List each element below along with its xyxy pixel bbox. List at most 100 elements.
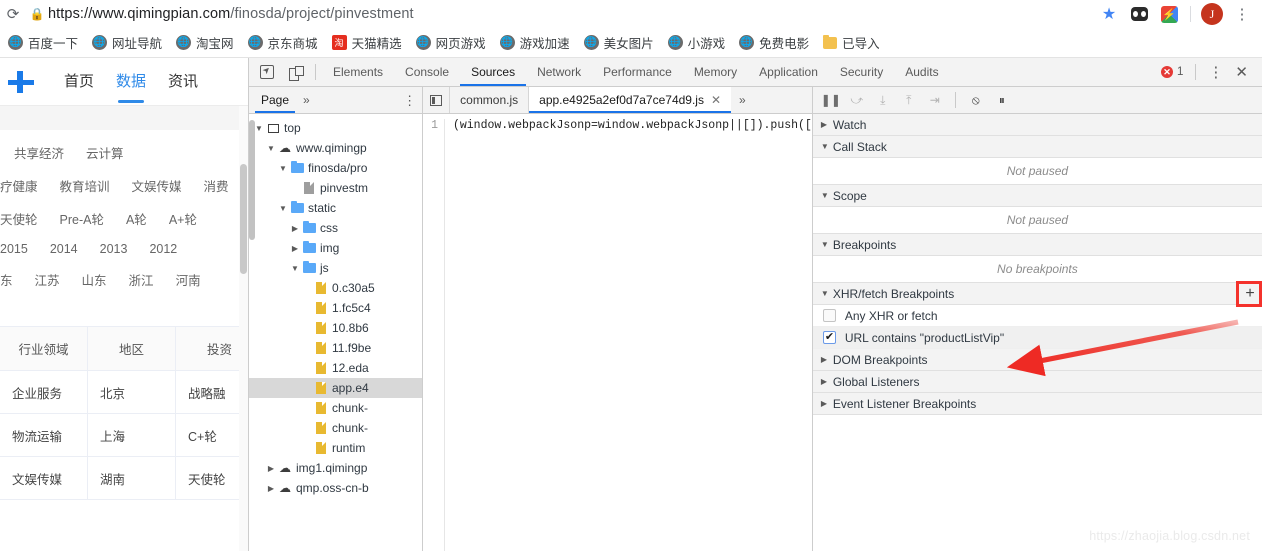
twisty-icon[interactable]: ▶: [265, 484, 277, 493]
inspect-element-icon[interactable]: [253, 58, 281, 86]
filter-chip[interactable]: 云计算: [86, 143, 124, 162]
twisty-icon[interactable]: ▼: [821, 142, 833, 151]
site-nav-item-0[interactable]: 首页: [64, 70, 94, 94]
tree-node[interactable]: pinvestm: [249, 178, 422, 198]
tree-node[interactable]: ▶ css: [249, 218, 422, 238]
tree-node[interactable]: ▼ finosda/pro: [249, 158, 422, 178]
twisty-icon[interactable]: ▼: [821, 240, 833, 249]
tree-node[interactable]: ▶ ☁ img1.qimingp: [249, 458, 422, 478]
xhr-breakpoint-row[interactable]: URL contains "productListVip": [812, 327, 1262, 349]
devtools-tab-memory[interactable]: Memory: [683, 58, 748, 86]
devtools-tab-application[interactable]: Application: [748, 58, 829, 86]
editor-more-tabs-icon[interactable]: »: [731, 93, 754, 107]
breakpoint-checkbox[interactable]: [822, 309, 836, 322]
section-global-listeners[interactable]: ▶ Global Listeners: [812, 371, 1262, 393]
devtools-tab-performance[interactable]: Performance: [592, 58, 683, 86]
devtools-tab-elements[interactable]: Elements: [322, 58, 394, 86]
avatar[interactable]: J: [1198, 1, 1226, 27]
tree-node[interactable]: 12.eda: [249, 358, 422, 378]
bookmark-item[interactable]: 🌐 京东商城: [247, 33, 318, 52]
twisty-icon[interactable]: ▶: [821, 377, 833, 386]
bookmark-item[interactable]: 🌐 小游戏: [667, 33, 725, 52]
twisty-icon[interactable]: ▼: [265, 144, 277, 153]
navigator-menu-icon[interactable]: ⋮: [403, 94, 416, 107]
table-row[interactable]: 文娱传媒 湖南 天使轮: [0, 457, 248, 500]
tree-node[interactable]: ▶ ☁ qmp.oss-cn-b: [249, 478, 422, 498]
filter-chip[interactable]: 江苏: [35, 270, 60, 289]
bookmark-item[interactable]: 🌐 游戏加速: [499, 33, 570, 52]
devtools-tab-audits[interactable]: Audits: [894, 58, 949, 86]
reload-icon[interactable]: ⟳: [0, 5, 26, 23]
file-tree[interactable]: ▼ top ▼ ☁ www.qimingp ▼ finosda/pro pinvestm ▼ st…: [249, 114, 423, 551]
breakpoint-checkbox[interactable]: [822, 330, 836, 344]
page-scrollbar[interactable]: [239, 106, 248, 551]
tree-node[interactable]: runtim: [249, 438, 422, 458]
bookmark-item[interactable]: 🌐 百度一下: [8, 33, 78, 52]
twisty-icon[interactable]: ▶: [821, 120, 833, 129]
step-over-icon[interactable]: ⤻: [845, 89, 869, 111]
filter-chip[interactable]: 河南: [176, 270, 201, 289]
tree-node[interactable]: ▼ ☁ www.qimingp: [249, 138, 422, 158]
tree-node[interactable]: 0.c30a5: [249, 278, 422, 298]
twisty-icon[interactable]: ▶: [289, 244, 301, 253]
filter-chip[interactable]: 消费: [204, 176, 229, 195]
more-tabs-icon[interactable]: »: [295, 93, 318, 107]
twisty-icon[interactable]: ▼: [289, 264, 301, 273]
step-out-icon[interactable]: ⤒: [897, 89, 921, 111]
tree-node[interactable]: ▼ top: [249, 118, 422, 138]
filter-chip[interactable]: 共享经济: [14, 143, 64, 162]
twisty-icon[interactable]: ▼: [821, 191, 833, 200]
bookmark-item[interactable]: 🌐 美女图片: [583, 33, 654, 52]
filter-chip[interactable]: 东: [0, 270, 13, 289]
table-row[interactable]: 企业服务 北京 战略融: [0, 371, 248, 414]
tree-node[interactable]: app.e4: [249, 378, 423, 398]
tab-page[interactable]: Page: [255, 87, 295, 113]
twisty-icon[interactable]: ▼: [277, 164, 289, 173]
filter-chip[interactable]: 教育培训: [60, 176, 110, 195]
pause-on-exceptions-icon[interactable]: ⏸: [990, 89, 1014, 111]
filter-chip[interactable]: 疗健康: [0, 176, 38, 195]
section-call-stack[interactable]: ▼ Call Stack: [812, 136, 1262, 158]
bookmark-item[interactable]: 🌐 淘宝网: [176, 33, 234, 52]
file-tree-scrollbar[interactable]: [249, 120, 255, 240]
filter-chip[interactable]: 2015: [0, 242, 28, 256]
section-scope[interactable]: ▼ Scope: [812, 185, 1262, 207]
extension-icon-1[interactable]: [1125, 1, 1153, 27]
bookmark-item[interactable]: 🌐 网页游戏: [415, 33, 486, 52]
filter-chip[interactable]: A+轮: [169, 209, 197, 228]
tree-node[interactable]: 1.fc5c4: [249, 298, 422, 318]
bookmark-item[interactable]: 已导入: [823, 33, 880, 52]
section-watch[interactable]: ▶ Watch: [812, 114, 1262, 136]
tree-node[interactable]: ▼ js: [249, 258, 422, 278]
tree-node[interactable]: 10.8b6: [249, 318, 422, 338]
section-breakpoints[interactable]: ▼ Breakpoints: [812, 234, 1262, 256]
filter-chip[interactable]: 2014: [50, 242, 78, 256]
show-navigator-icon[interactable]: [423, 94, 449, 106]
twisty-icon[interactable]: ▶: [821, 355, 833, 364]
device-toolbar-icon[interactable]: [281, 58, 309, 86]
error-badge[interactable]: ✕ 1: [1161, 66, 1183, 78]
devtools-tab-console[interactable]: Console: [394, 58, 460, 86]
devtools-more-icon[interactable]: ⋮: [1202, 63, 1229, 81]
step-into-icon[interactable]: ⤓: [871, 89, 895, 111]
bookmark-item[interactable]: 淘天猫精选: [331, 33, 402, 52]
editor-tab[interactable]: common.js: [449, 87, 528, 113]
section-xhr-fetch-breakpoints[interactable]: ▼ XHR/fetch Breakpoints +: [812, 281, 1262, 307]
editor-tab[interactable]: app.e4925a2ef0d7a7ce74d9.js ✕: [528, 87, 732, 113]
section-event-listener-breakpoints[interactable]: ▶ Event Listener Breakpoints: [812, 393, 1262, 415]
devtools-tab-network[interactable]: Network: [526, 58, 592, 86]
devtools-close-icon[interactable]: ✕: [1229, 63, 1254, 81]
twisty-icon[interactable]: ▼: [821, 289, 833, 298]
tree-node[interactable]: chunk-: [249, 398, 422, 418]
close-tab-icon[interactable]: ✕: [711, 87, 721, 113]
twisty-icon[interactable]: ▼: [277, 204, 289, 213]
site-logo[interactable]: [0, 70, 42, 93]
browser-menu-icon[interactable]: ⋮: [1228, 1, 1256, 27]
site-nav-item-1[interactable]: 数据: [116, 70, 146, 103]
devtools-tab-security[interactable]: Security: [829, 58, 894, 86]
resume-script-icon[interactable]: ❚❚: [819, 89, 843, 111]
twisty-icon[interactable]: ▶: [821, 399, 833, 408]
filter-chip[interactable]: 2013: [100, 242, 128, 256]
filter-chip[interactable]: 山东: [82, 270, 107, 289]
section-dom-breakpoints[interactable]: ▶ DOM Breakpoints: [812, 349, 1262, 371]
